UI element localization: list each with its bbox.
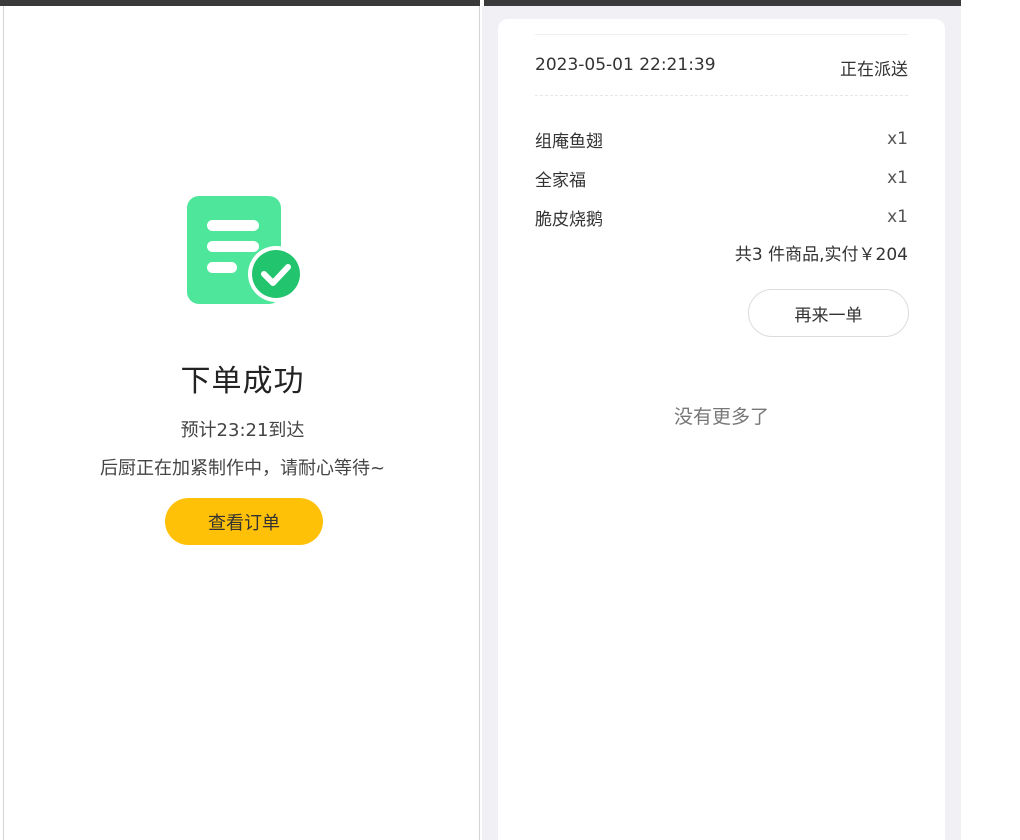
- eta-text: 预计23:21到达: [180, 420, 305, 441]
- document-check-icon: [187, 196, 304, 304]
- order-list-page: 2023-05-01 22:21:39 正在派送 组庵鱼翅 x1 全家福 x1 …: [482, 6, 961, 840]
- order-item: 全家福 x1: [535, 166, 908, 191]
- reorder-button[interactable]: 再来一单: [748, 289, 909, 337]
- item-quantity: x1: [887, 168, 908, 188]
- order-time: 2023-05-01 22:21:39: [535, 55, 716, 75]
- order-card[interactable]: 2023-05-01 22:21:39 正在派送 组庵鱼翅 x1 全家福 x1 …: [498, 19, 945, 840]
- view-order-button[interactable]: 查看订单: [165, 498, 323, 545]
- item-name: 脆皮烧鹅: [535, 209, 603, 230]
- page-title: 下单成功: [180, 364, 305, 399]
- divider: [535, 34, 908, 35]
- order-success-page: 下单成功 预计23:21到达 后厨正在加紧制作中，请耐心等待~ 查看订单: [3, 6, 480, 840]
- divider: [535, 95, 908, 96]
- item-quantity: x1: [887, 207, 908, 227]
- order-summary: 共3 件商品,实付￥204: [734, 245, 908, 265]
- item-quantity: x1: [887, 129, 908, 149]
- order-status: 正在派送: [840, 60, 908, 80]
- order-item: 脆皮烧鹅 x1: [535, 205, 908, 230]
- item-name: 全家福: [535, 170, 586, 191]
- no-more-text: 没有更多了: [673, 406, 769, 428]
- item-name: 组庵鱼翅: [535, 131, 603, 152]
- screen: 下单成功 预计23:21到达 后厨正在加紧制作中，请耐心等待~ 查看订单 202…: [0, 0, 1020, 840]
- kitchen-message: 后厨正在加紧制作中，请耐心等待~: [99, 458, 386, 479]
- order-item: 组庵鱼翅 x1: [535, 127, 908, 152]
